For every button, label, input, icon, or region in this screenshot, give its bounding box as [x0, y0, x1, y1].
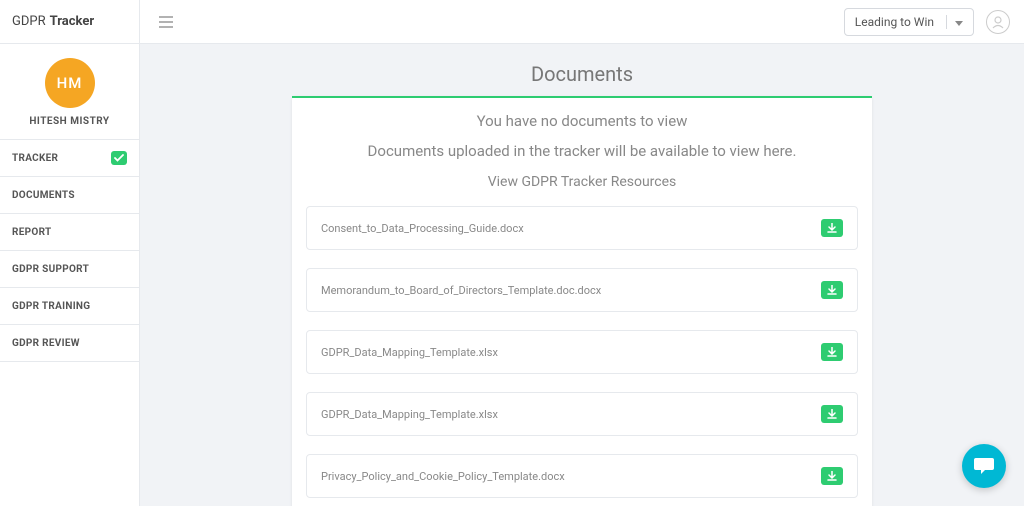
user-menu-icon[interactable]: [986, 10, 1010, 34]
download-icon: [827, 409, 837, 419]
sidebar-item-label: GDPR REVIEW: [12, 338, 80, 349]
username: HITESH MISTRY: [0, 116, 139, 127]
download-button[interactable]: [821, 281, 843, 299]
document-name: Privacy_Policy_and_Cookie_Policy_Templat…: [321, 470, 565, 483]
chevron-down-icon: [946, 15, 963, 29]
topbar: Leading to Win: [140, 0, 1024, 44]
sidebar-item-label: GDPR SUPPORT: [12, 264, 89, 275]
document-name: GDPR_Data_Mapping_Template.xlsx: [321, 346, 498, 359]
org-dropdown[interactable]: Leading to Win: [844, 8, 974, 36]
document-name: Memorandum_to_Board_of_Directors_Templat…: [321, 284, 601, 297]
brand-text-1: GDPR: [12, 14, 46, 29]
empty-message-2: Documents uploaded in the tracker will b…: [306, 142, 858, 160]
resources-title: View GDPR Tracker Resources: [306, 174, 858, 190]
brand-text-2: Tracker: [50, 14, 95, 29]
document-name: Consent_to_Data_Processing_Guide.docx: [321, 222, 524, 235]
document-row: Memorandum_to_Board_of_Directors_Templat…: [306, 268, 858, 312]
sidebar-item-label: GDPR TRAINING: [12, 301, 90, 312]
chat-icon: [973, 456, 995, 476]
check-badge-icon: [111, 151, 127, 165]
dropdown-label: Leading to Win: [855, 15, 934, 29]
document-row: Consent_to_Data_Processing_Guide.docx: [306, 206, 858, 250]
download-button[interactable]: [821, 467, 843, 485]
empty-message-1: You have no documents to view: [306, 112, 858, 130]
sidebar-item-tracker[interactable]: TRACKER: [0, 140, 139, 177]
sidebar-item-label: REPORT: [12, 227, 51, 238]
download-icon: [827, 223, 837, 233]
sidebar-item-label: TRACKER: [12, 153, 58, 164]
sidebar-item-gdpr-support[interactable]: GDPR SUPPORT: [0, 251, 139, 288]
document-row: GDPR_Data_Mapping_Template.xlsx: [306, 330, 858, 374]
sidebar-item-report[interactable]: REPORT: [0, 214, 139, 251]
document-name: GDPR_Data_Mapping_Template.xlsx: [321, 408, 498, 421]
brand[interactable]: GDPR Tracker: [0, 0, 139, 44]
download-button[interactable]: [821, 219, 843, 237]
sidebar-item-documents[interactable]: DOCUMENTS: [0, 177, 139, 214]
hamburger-icon[interactable]: [154, 10, 178, 34]
profile-block: HM HITESH MISTRY: [0, 44, 139, 140]
sidebar-item-label: DOCUMENTS: [12, 190, 75, 201]
document-row: Privacy_Policy_and_Cookie_Policy_Templat…: [306, 454, 858, 498]
avatar[interactable]: HM: [45, 58, 95, 108]
download-icon: [827, 285, 837, 295]
download-button[interactable]: [821, 343, 843, 361]
document-row: GDPR_Data_Mapping_Template.xlsx: [306, 392, 858, 436]
content-area: Documents You have no documents to view …: [140, 44, 1024, 506]
avatar-initials: HM: [57, 74, 83, 92]
sidebar-item-gdpr-review[interactable]: GDPR REVIEW: [0, 325, 139, 362]
documents-panel: You have no documents to view Documents …: [292, 96, 872, 506]
download-icon: [827, 347, 837, 357]
chat-widget-button[interactable]: [962, 444, 1006, 488]
download-icon: [827, 471, 837, 481]
sidebar: GDPR Tracker HM HITESH MISTRY TRACKER DO…: [0, 0, 140, 506]
sidebar-nav: TRACKER DOCUMENTS REPORT GDPR SUPPORT GD…: [0, 140, 139, 362]
page-title: Documents: [164, 62, 1000, 96]
download-button[interactable]: [821, 405, 843, 423]
sidebar-item-gdpr-training[interactable]: GDPR TRAINING: [0, 288, 139, 325]
